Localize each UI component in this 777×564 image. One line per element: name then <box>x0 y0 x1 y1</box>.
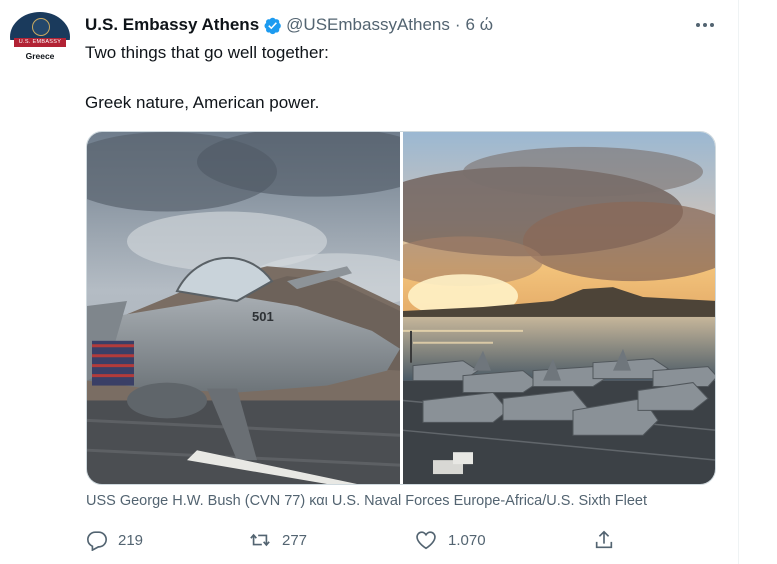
separator-dot: · <box>454 15 461 34</box>
share-button[interactable] <box>593 527 615 553</box>
carrier-deck-photo[interactable] <box>403 132 715 484</box>
like-count: 1.070 <box>448 531 486 549</box>
like-button[interactable]: 1.070 <box>414 527 486 553</box>
retweet-count: 277 <box>282 531 308 549</box>
more-options-icon[interactable] <box>694 15 716 35</box>
timestamp[interactable]: 6 ώ <box>466 15 493 35</box>
reply-count: 219 <box>118 531 144 549</box>
retweet-icon <box>248 529 272 551</box>
retweet-button[interactable]: 277 <box>248 527 307 553</box>
verified-badge-icon <box>263 16 282 35</box>
media-gallery[interactable]: 501 <box>86 131 716 485</box>
avatar-country: Greece <box>25 51 55 61</box>
aircraft-marking: 501 <box>252 309 274 324</box>
reply-icon <box>86 529 108 551</box>
tweet-text-line-1: Two things that go well together: <box>85 43 329 62</box>
heart-icon <box>414 529 438 551</box>
embassy-seal-icon <box>32 18 50 36</box>
avatar-ribbon: U.S. EMBASSY <box>14 38 66 47</box>
share-icon <box>593 529 615 551</box>
author-handle[interactable]: @USEmbassyAthens <box>286 15 450 35</box>
column-divider <box>738 0 739 564</box>
reply-button[interactable]: 219 <box>86 527 143 553</box>
media-caption: USS George H.W. Bush (CVN 77) και U.S. N… <box>86 493 647 509</box>
avatar[interactable]: U.S. EMBASSY Greece <box>10 12 70 62</box>
fighter-jet-photo[interactable]: 501 <box>87 132 400 484</box>
author-name[interactable]: U.S. Embassy Athens <box>85 15 259 35</box>
tweet-text-line-2: Greek nature, American power. <box>85 93 320 112</box>
tweet-header: U.S. Embassy Athens @USEmbassyAthens · 6… <box>85 14 493 36</box>
